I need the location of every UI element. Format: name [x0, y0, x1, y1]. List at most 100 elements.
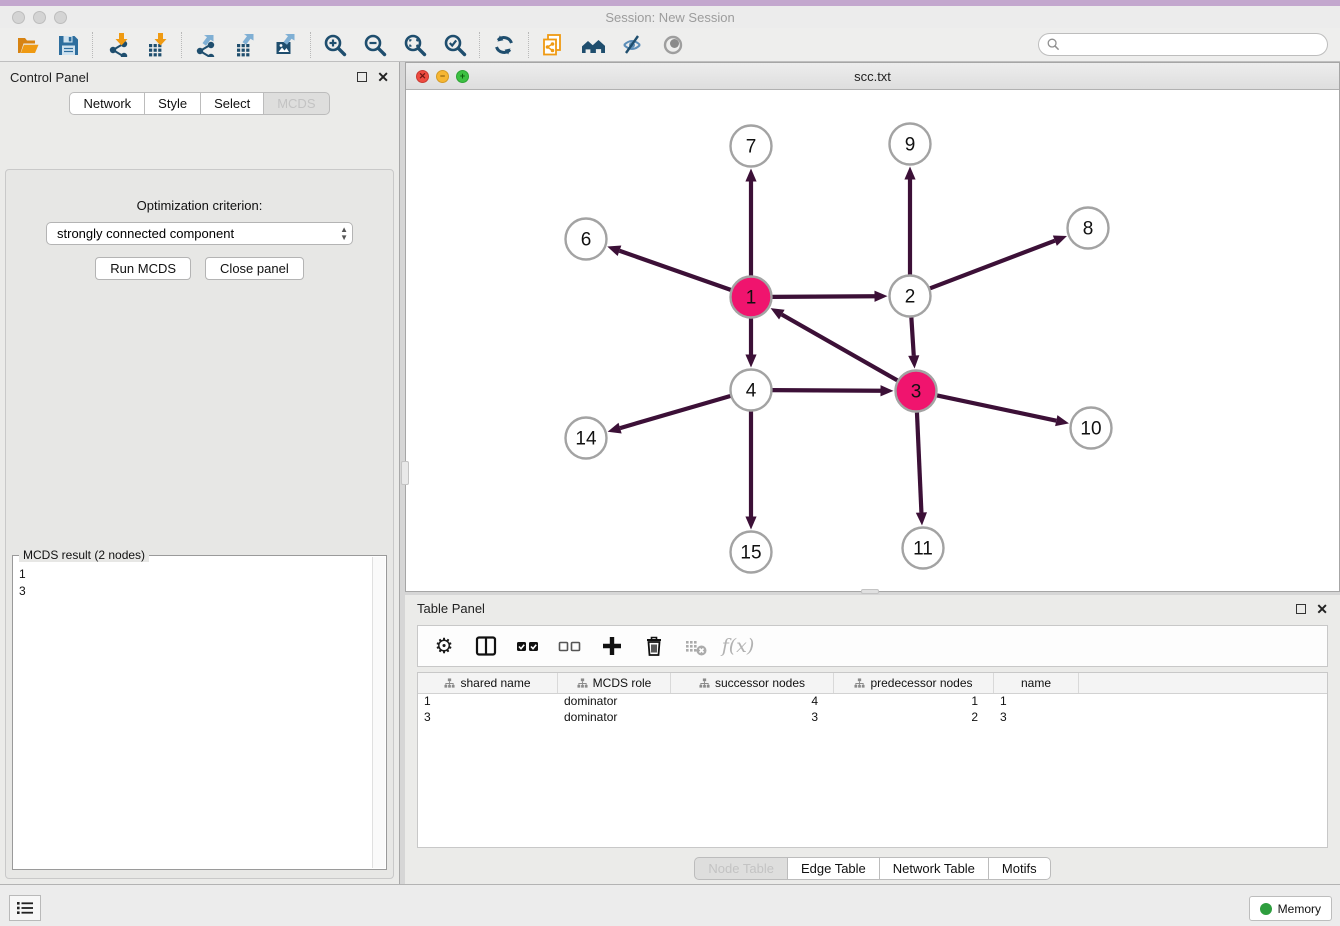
tab-motifs[interactable]: Motifs [988, 857, 1051, 880]
tab-edge-table[interactable]: Edge Table [787, 857, 879, 880]
close-panel-button[interactable]: Close panel [205, 257, 304, 280]
node-label-2: 2 [905, 287, 916, 308]
edge-1-2[interactable] [772, 296, 874, 297]
save-icon [56, 33, 80, 57]
select-all-button[interactable] [510, 629, 546, 663]
node-table[interactable]: shared nameMCDS rolesuccessor nodesprede… [417, 672, 1328, 848]
mcds-result-item: 3 [19, 583, 372, 600]
edge-1-6[interactable] [619, 251, 730, 290]
column-header-name[interactable]: name [994, 673, 1079, 693]
open-file-button[interactable] [8, 30, 48, 60]
search-input[interactable] [1065, 38, 1327, 52]
table-settings-button[interactable]: ⚙ [426, 629, 462, 663]
zoom-selected-button[interactable] [435, 30, 475, 60]
zoom-out-button[interactable] [355, 30, 395, 60]
table-row[interactable]: 3dominator323 [418, 710, 1327, 726]
control-panel-tabs: NetworkStyleSelectMCDS [0, 92, 399, 115]
edge-2-3[interactable] [911, 317, 913, 355]
apply-layout-button[interactable] [484, 30, 524, 60]
toolbar-separator [92, 32, 93, 58]
optimization-criterion-select[interactable]: strongly connected component ▲▼ [46, 222, 353, 245]
arrowhead-4-14 [608, 423, 622, 434]
memory-button[interactable]: Memory [1249, 896, 1332, 921]
close-table-panel-icon[interactable]: ✕ [1316, 604, 1328, 614]
attribute-type-icon [577, 678, 588, 689]
node-label-9: 9 [905, 135, 916, 156]
deselect-all-button[interactable] [552, 629, 588, 663]
cell-predecessor-nodes: 2 [834, 710, 994, 726]
zoom-in-button[interactable] [315, 30, 355, 60]
mcds-result-title: MCDS result (2 nodes) [19, 548, 149, 562]
node-label-14: 14 [575, 429, 597, 450]
run-mcds-button[interactable]: Run MCDS [95, 257, 191, 280]
export-image-button[interactable] [266, 30, 306, 60]
tab-style[interactable]: Style [144, 92, 200, 115]
edge-4-14[interactable] [620, 396, 730, 428]
edge-3-11[interactable] [917, 412, 921, 512]
float-panel-icon[interactable] [357, 72, 367, 82]
table-delete-icon [684, 634, 708, 658]
tab-node-table[interactable]: Node Table [694, 857, 787, 880]
network-zoom-button[interactable]: + [456, 70, 469, 83]
arrowhead-3-10 [1055, 415, 1069, 426]
zoom-out-icon [363, 33, 387, 57]
app-titlebar: Session: New Session [0, 6, 1340, 28]
mcds-result-item: 1 [19, 566, 372, 583]
import-network-button[interactable] [97, 30, 137, 60]
show-all-button[interactable] [653, 30, 693, 60]
hide-selected-button[interactable] [613, 30, 653, 60]
toolbar-separator [310, 32, 311, 58]
delete-column-button[interactable] [636, 629, 672, 663]
import-network-icon [105, 33, 129, 57]
edge-3-1[interactable] [782, 315, 897, 381]
split-column-icon [474, 634, 498, 658]
add-column-button[interactable] [594, 629, 630, 663]
network-view-window: ✕ − + scc.txt 7968124314101511 [405, 62, 1340, 592]
toggle-panel-button[interactable] [468, 629, 504, 663]
edge-2-8[interactable] [930, 241, 1055, 289]
arrowhead-2-8 [1053, 235, 1067, 245]
first-neighbors-button[interactable] [573, 30, 613, 60]
column-header-predecessor-nodes[interactable]: predecessor nodes [834, 673, 994, 693]
node-label-6: 6 [581, 230, 592, 251]
search-field[interactable] [1038, 33, 1328, 56]
tab-select[interactable]: Select [200, 92, 263, 115]
show-commands-button[interactable] [9, 895, 41, 921]
table-row[interactable]: 1dominator411 [418, 694, 1327, 710]
cell-successor-nodes: 4 [671, 694, 834, 710]
checked-boxes-icon [516, 634, 540, 658]
window-resize-handle[interactable] [861, 589, 879, 594]
panel-splitter-handle[interactable] [401, 461, 409, 485]
arrowhead-4-3 [880, 385, 893, 396]
node-label-7: 7 [746, 137, 757, 158]
tab-network[interactable]: Network [69, 92, 144, 115]
toolbar-separator [181, 32, 182, 58]
close-panel-icon[interactable]: ✕ [377, 72, 389, 82]
tab-mcds[interactable]: MCDS [263, 92, 329, 115]
column-header-successor-nodes[interactable]: successor nodes [671, 673, 834, 693]
export-table-button[interactable] [226, 30, 266, 60]
tab-network-table[interactable]: Network Table [879, 857, 988, 880]
duplicate-network-button[interactable] [533, 30, 573, 60]
network-canvas[interactable]: 7968124314101511 [406, 90, 1339, 591]
edge-4-3[interactable] [772, 390, 880, 391]
node-label-10: 10 [1080, 419, 1101, 440]
export-network-icon [194, 33, 218, 57]
result-scrollbar[interactable] [372, 557, 385, 868]
column-header-MCDS-role[interactable]: MCDS role [558, 673, 671, 693]
attribute-type-icon [854, 678, 865, 689]
import-table-button[interactable] [137, 30, 177, 60]
zoom-fit-icon [403, 33, 427, 57]
save-session-button[interactable] [48, 30, 88, 60]
network-close-button[interactable]: ✕ [416, 70, 429, 83]
float-table-panel-icon[interactable] [1296, 604, 1306, 614]
export-table-icon [234, 33, 258, 57]
export-network-button[interactable] [186, 30, 226, 60]
column-header-shared-name[interactable]: shared name [418, 673, 558, 693]
cell-name: 1 [994, 694, 1079, 710]
cell-shared-name: 1 [418, 694, 558, 710]
zoom-fit-button[interactable] [395, 30, 435, 60]
network-minimize-button[interactable]: − [436, 70, 449, 83]
attribute-type-icon [444, 678, 455, 689]
edge-3-10[interactable] [937, 395, 1056, 420]
